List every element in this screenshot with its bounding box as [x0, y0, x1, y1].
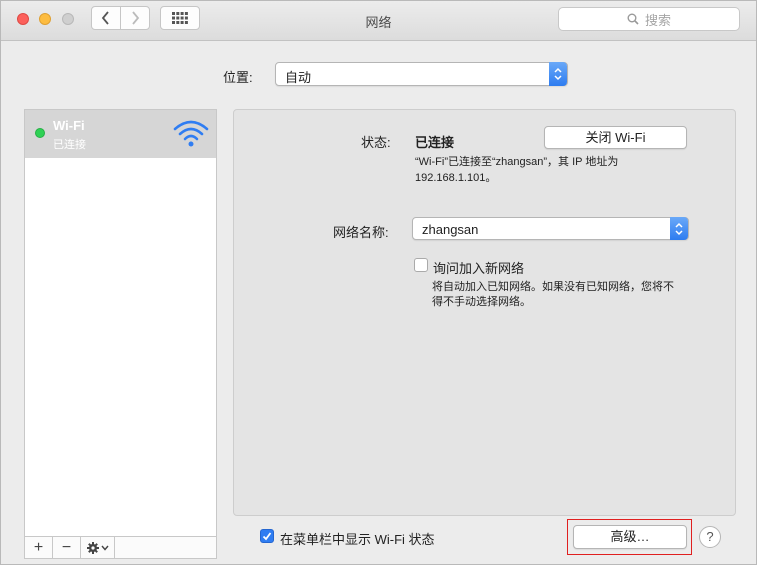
- network-name-label: 网络名称:: [333, 225, 389, 240]
- network-preferences-window: 网络 搜索 位置: 自动 Wi-Fi 已连接 + − 状态: 已连接 关闭 Wi…: [0, 0, 757, 565]
- service-name: Wi-Fi: [53, 118, 85, 133]
- search-icon: [627, 13, 639, 25]
- status-description-line1: “Wi-Fi”已连接至“zhangsan”，其 IP 地址为: [415, 156, 619, 168]
- service-list: Wi-Fi 已连接 + −: [24, 109, 217, 559]
- search-field[interactable]: 搜索: [558, 7, 740, 31]
- location-value: 自动: [285, 70, 312, 85]
- ask-join-label: 询问加入新网络: [433, 261, 525, 276]
- network-name-value: zhangsan: [422, 222, 479, 237]
- ask-join-checkbox[interactable]: [414, 258, 428, 272]
- highlight-box: [567, 519, 692, 555]
- checkmark-icon: [262, 532, 272, 541]
- gear-icon: [86, 541, 109, 554]
- search-placeholder: 搜索: [644, 12, 671, 28]
- popup-arrows-icon: [549, 62, 567, 86]
- status-description-line2: 192.168.1.101。: [415, 172, 497, 184]
- network-name-popup[interactable]: zhangsan: [412, 217, 689, 240]
- remove-service-button[interactable]: −: [53, 537, 81, 558]
- location-label: 位置:: [223, 70, 253, 85]
- show-in-menubar-checkbox[interactable]: [260, 529, 274, 543]
- popup-arrows-icon: [670, 217, 688, 240]
- service-status: 已连接: [53, 139, 86, 151]
- connected-status-icon: [35, 128, 45, 138]
- help-button[interactable]: ?: [699, 526, 721, 548]
- ask-join-description-line1: 将自动加入已知网络。如果没有已知网络，您将不: [432, 281, 674, 293]
- ask-join-description-line2: 得不手动选择网络。: [432, 296, 531, 308]
- status-label: 状态:: [361, 135, 391, 150]
- add-service-button[interactable]: +: [25, 537, 53, 558]
- action-menu-button[interactable]: [81, 537, 115, 558]
- titlebar: 网络 搜索: [1, 1, 756, 41]
- show-in-menubar-label: 在菜单栏中显示 Wi-Fi 状态: [280, 532, 435, 547]
- service-list-toolbar: + −: [25, 536, 216, 558]
- status-value: 已连接: [415, 135, 455, 150]
- service-item-wifi[interactable]: Wi-Fi 已连接: [25, 110, 216, 158]
- wifi-icon: [173, 120, 209, 147]
- location-popup[interactable]: 自动: [275, 62, 568, 86]
- turn-off-wifi-button[interactable]: 关闭 Wi-Fi: [544, 126, 687, 149]
